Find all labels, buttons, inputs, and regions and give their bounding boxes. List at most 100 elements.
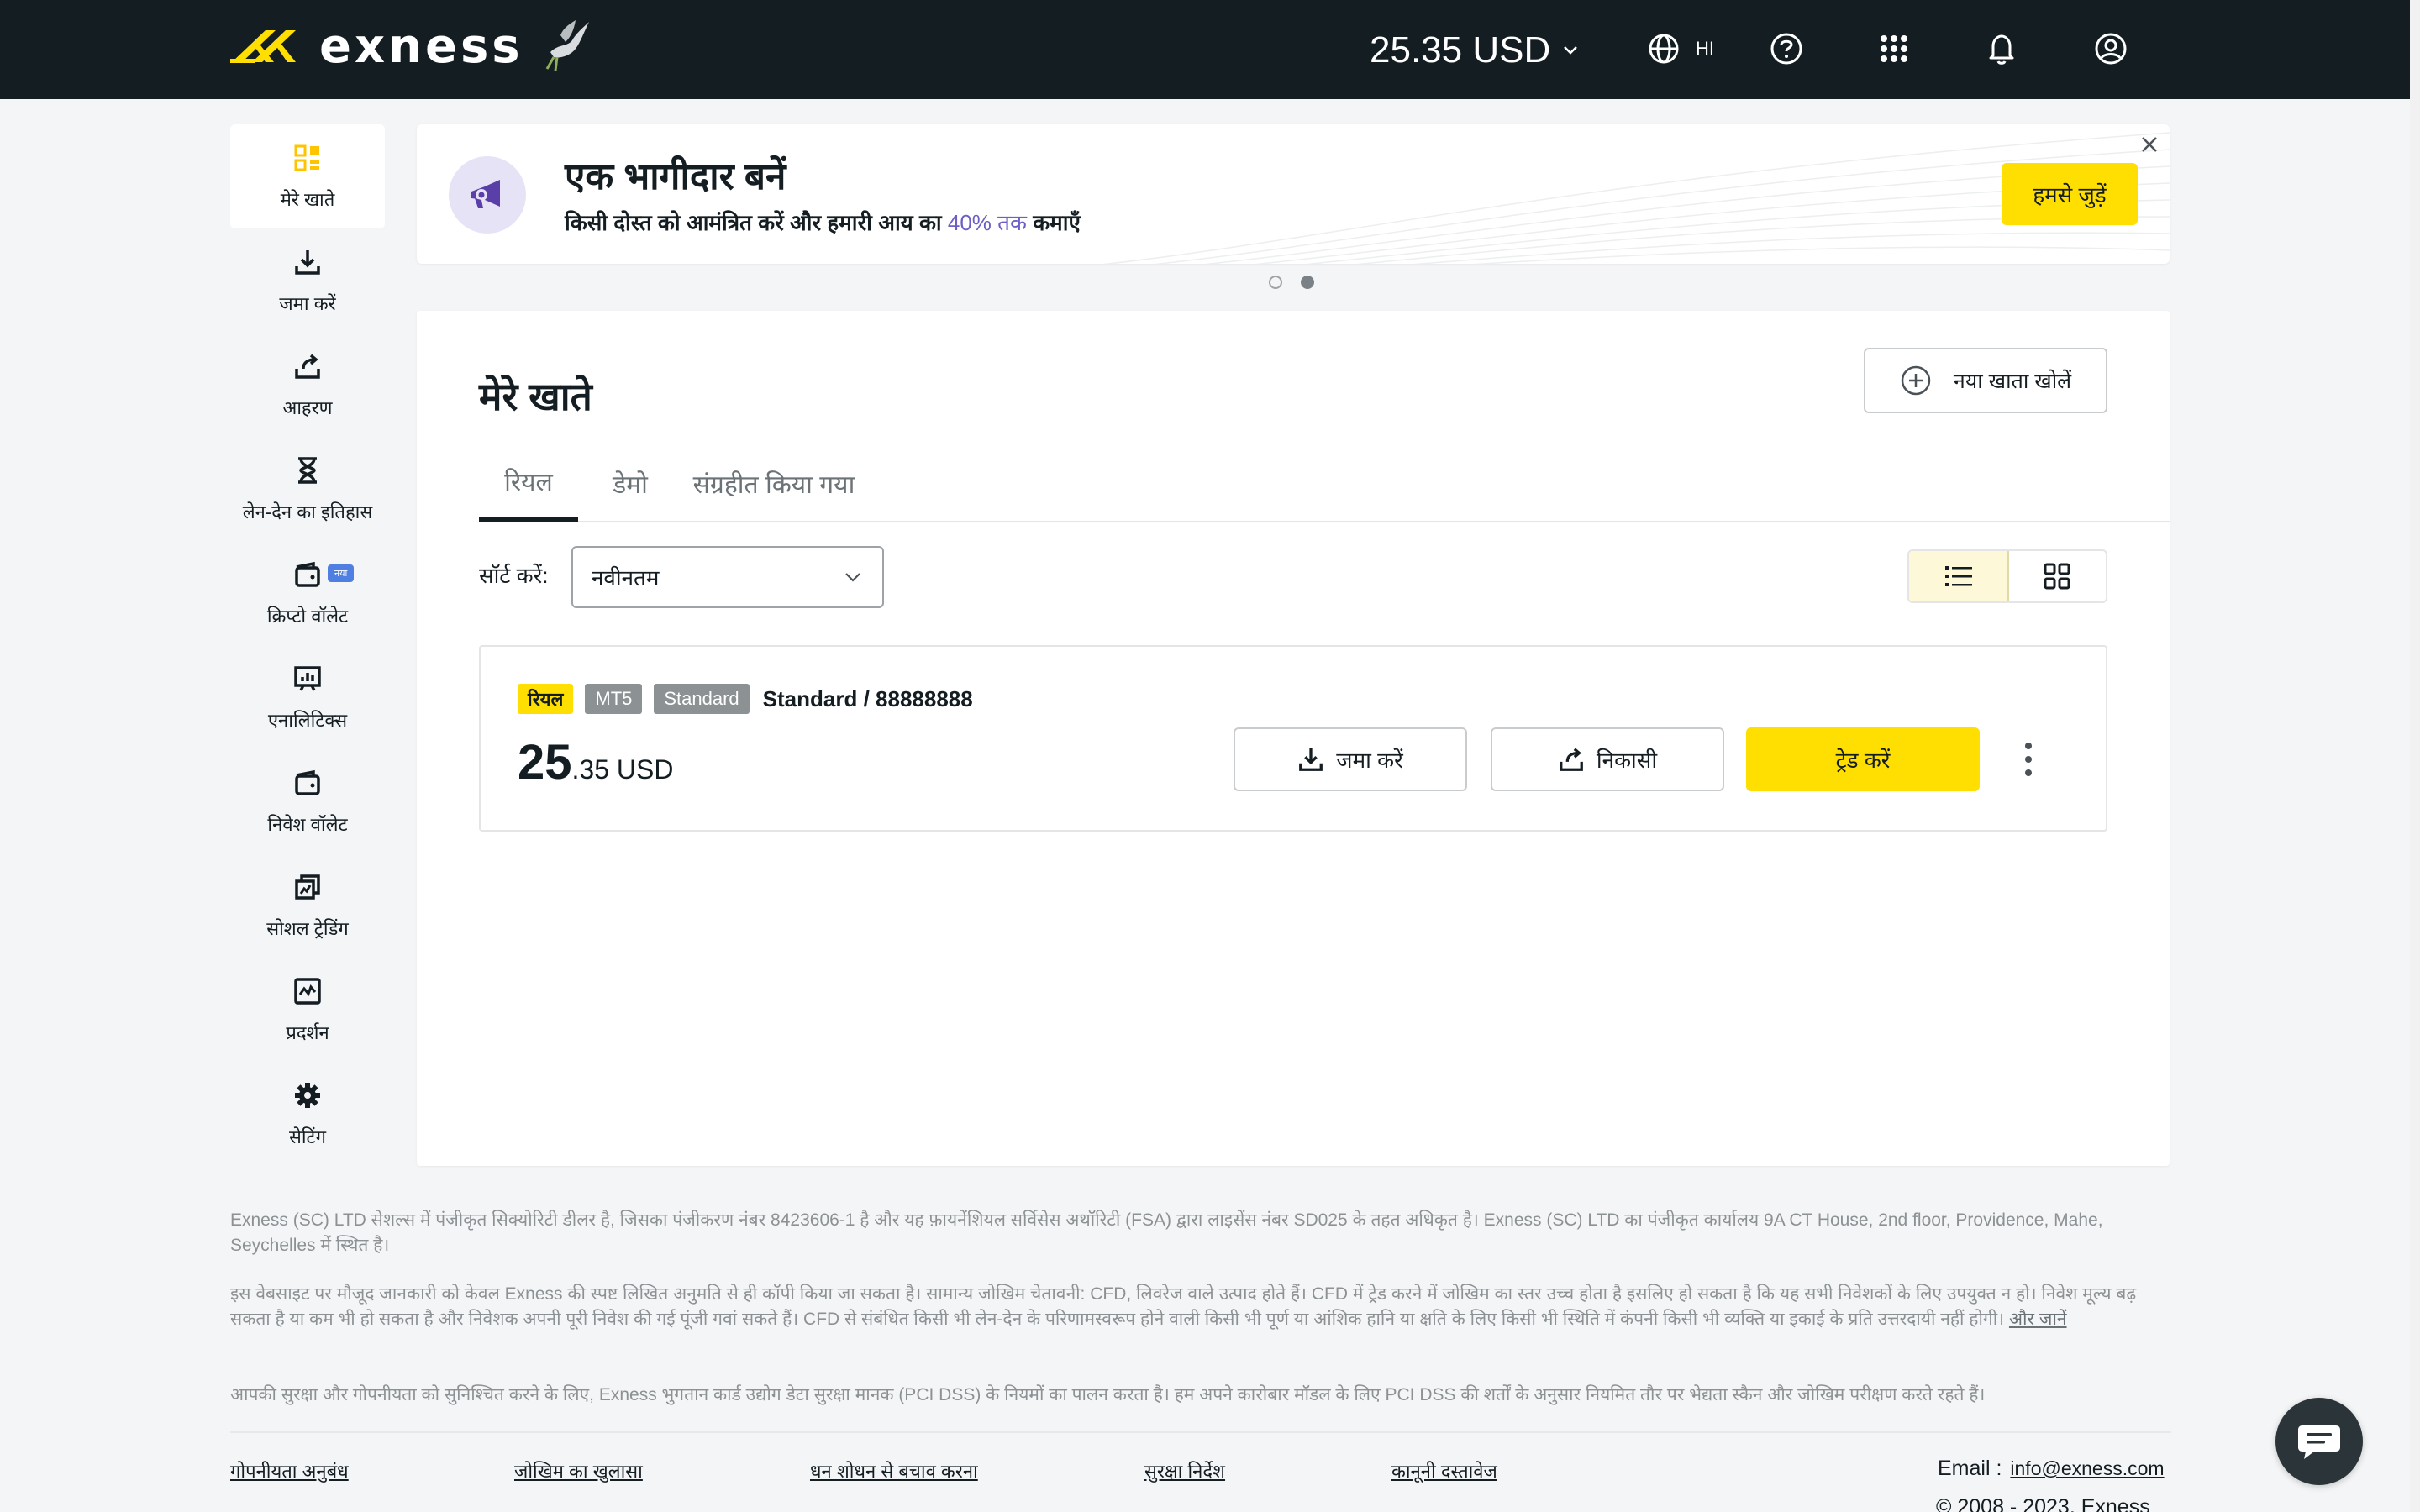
legal-text-risk-warning: इस वेबसाइट पर मौजूद जानकारी को केवल Exne… (230, 1282, 2171, 1332)
sort-select-value: नवीनतम (592, 565, 660, 591)
withdraw-button[interactable]: निकासी (1491, 727, 1724, 791)
account-balance-integer: 25 (518, 735, 572, 790)
footer-link-aml[interactable]: धन शोधन से बचाव करना (810, 1458, 978, 1483)
footer-link-risk-disclosure[interactable]: जोखिम का खुलासा (514, 1458, 643, 1483)
sidebar-item-label: क्रिप्टो वॉलेट (266, 606, 349, 627)
footer-email: Email : info@exness.com (1938, 1457, 2165, 1481)
account-tags: रियल MT5 Standard Standard / 88888888 (518, 684, 973, 714)
carousel-dot-2[interactable] (1301, 276, 1314, 289)
sort-select[interactable]: नवीनतम (571, 546, 884, 608)
sidebar-item-label: जमा करें (279, 293, 336, 314)
sidebar-item-investment-wallet[interactable]: निवेश वॉलेट (230, 749, 385, 853)
language-selector[interactable]: HI (1647, 30, 1714, 67)
copyright: © 2008 - 2023. Exness (1936, 1495, 2150, 1512)
withdraw-icon (295, 354, 320, 379)
performance-icon (294, 978, 321, 1005)
tab-real[interactable]: रियल (479, 444, 578, 522)
sidebar-item-analytics[interactable]: एनालिटिक्स (230, 645, 385, 749)
trade-button[interactable]: ट्रेड करें (1746, 727, 1980, 791)
email-label: Email : (1938, 1457, 2002, 1480)
plus-circle-icon (1901, 365, 1931, 396)
join-us-button[interactable]: हमसे जुड़ें (2002, 163, 2138, 225)
chat-icon (2298, 1425, 2340, 1459)
view-toggle (1907, 549, 2107, 603)
language-code: HI (1696, 38, 1714, 59)
account-class-tag: Standard (654, 684, 750, 714)
legal-text-pci: आपकी सुरक्षा और गोपनीयता को सुनिश्चित कर… (230, 1385, 1986, 1404)
exness-logo[interactable]: exness (229, 18, 592, 74)
account-tabs: रियल डेमो संग्रहीत किया गया (479, 444, 2170, 522)
user-profile-icon[interactable] (2092, 30, 2129, 67)
logo-text: exness (319, 18, 523, 74)
sidebar-item-label: प्रदर्शन (286, 1022, 329, 1043)
footer-link-legal-documents[interactable]: कानूनी दस्तावेज (1392, 1458, 1497, 1483)
megaphone-icon (471, 180, 500, 208)
exness-logo-mark-icon (230, 30, 296, 63)
sidebar-item-label: सेटिंग (288, 1126, 327, 1147)
sidebar-item-settings[interactable]: सेटिंग (230, 1062, 385, 1166)
sidebar-item-label: आहरण (282, 397, 333, 418)
footer-link-privacy[interactable]: गोपनीयता अनुबंध (230, 1458, 349, 1483)
sidebar-item-label: निवेश वॉलेट (267, 814, 348, 835)
list-view-icon (1944, 566, 1972, 586)
sidebar-item-deposit[interactable]: जमा करें (230, 228, 385, 333)
tab-demo[interactable]: डेमो (597, 444, 664, 522)
header-balance-value: 25.35 USD (1370, 29, 1551, 71)
sidebar-item-label: सोशल ट्रेडिंग (266, 918, 349, 939)
sidebar-item-crypto-wallet[interactable]: नया क्रिप्टो वॉलेट (230, 541, 385, 645)
legal-text-registration: Exness (SC) LTD सेशल्स में पंजीकृत सिक्य… (230, 1210, 2103, 1255)
banner-subtitle-accent: 40% तक (947, 210, 1027, 235)
wallet-icon (295, 769, 320, 795)
deposit-icon (1299, 748, 1323, 771)
footer-divider (230, 1431, 2171, 1433)
banner-subtitle-text: किसी दोस्त को आमंत्रित करें और हमारी आय … (565, 210, 942, 235)
new-badge: नया (328, 564, 355, 582)
sidebar-item-social-trading[interactable]: सोशल ट्रेडिंग (230, 853, 385, 958)
sidebar-item-withdraw[interactable]: आहरण (230, 333, 385, 437)
deposit-button-label: जमा करें (1336, 748, 1403, 773)
partner-promo-banner: एक भागीदार बनें किसी दोस्त को आमंत्रित क… (417, 124, 2170, 264)
carousel-dot-1[interactable] (1269, 276, 1282, 289)
footer-link-security[interactable]: सुरक्षा निर्देश (1144, 1458, 1225, 1483)
open-new-account-button[interactable]: नया खाता खोलें (1864, 348, 2107, 413)
account-balance-decimal: .35 USD (571, 754, 674, 785)
sidebar-item-my-accounts[interactable]: मेरे खाते (230, 124, 385, 228)
sidebar: मेरे खाते जमा करें आहरण लेन-देन का इतिहा… (230, 124, 385, 1166)
banner-subtitle: किसी दोस्त को आमंत्रित करें और हमारी आय … (565, 207, 1081, 237)
banner-subtitle-text-end: कमाएँ (1033, 210, 1081, 235)
live-chat-button[interactable] (2275, 1398, 2363, 1485)
account-balance: 25.35 USD (518, 734, 673, 790)
close-icon[interactable] (2138, 133, 2161, 156)
sidebar-item-label: मेरे खाते (280, 189, 335, 210)
sidebar-item-label: लेन-देन का इतिहास (242, 501, 373, 522)
deposit-button[interactable]: जमा करें (1234, 727, 1467, 791)
sidebar-item-performance[interactable]: प्रदर्शन (230, 958, 385, 1062)
deposit-icon (295, 250, 320, 275)
globe-icon (1649, 34, 1679, 64)
wallet-icon (295, 561, 320, 587)
help-icon[interactable] (1768, 30, 1805, 67)
account-card: रियल MT5 Standard Standard / 88888888 25… (479, 645, 2107, 832)
page-title: मेरे खाते (479, 375, 592, 418)
bell-icon[interactable] (1983, 30, 2020, 67)
page-scrollbar[interactable] (2410, 0, 2420, 1512)
accounts-icon (294, 144, 319, 171)
chevron-down-icon (845, 573, 860, 582)
withdraw-button-label: निकासी (1596, 748, 1658, 773)
grid-view-button[interactable] (2007, 551, 2106, 601)
account-name: Standard / 88888888 (762, 685, 973, 711)
sidebar-item-transaction-history[interactable]: लेन-देन का इतिहास (230, 437, 385, 541)
chevron-down-icon (1564, 46, 1578, 55)
platform-tag: MT5 (585, 684, 643, 714)
hourglass-icon (298, 457, 317, 484)
list-view-button[interactable] (1909, 551, 2009, 601)
learn-more-link[interactable]: और जानें (2009, 1310, 2067, 1329)
email-link[interactable]: info@exness.com (2010, 1457, 2164, 1479)
tab-archived[interactable]: संग्रहीत किया गया (686, 444, 862, 522)
more-options-icon[interactable] (2020, 739, 2037, 780)
apps-grid-icon[interactable] (1876, 30, 1912, 67)
banner-title: एक भागीदार बनें (565, 156, 786, 197)
open-new-account-label: नया खाता खोलें (1953, 370, 2072, 393)
legal-text-risk-body: इस वेबसाइट पर मौजूद जानकारी को केवल Exne… (230, 1284, 2137, 1329)
header-balance-dropdown[interactable]: 25.35 USD (1370, 25, 1579, 76)
